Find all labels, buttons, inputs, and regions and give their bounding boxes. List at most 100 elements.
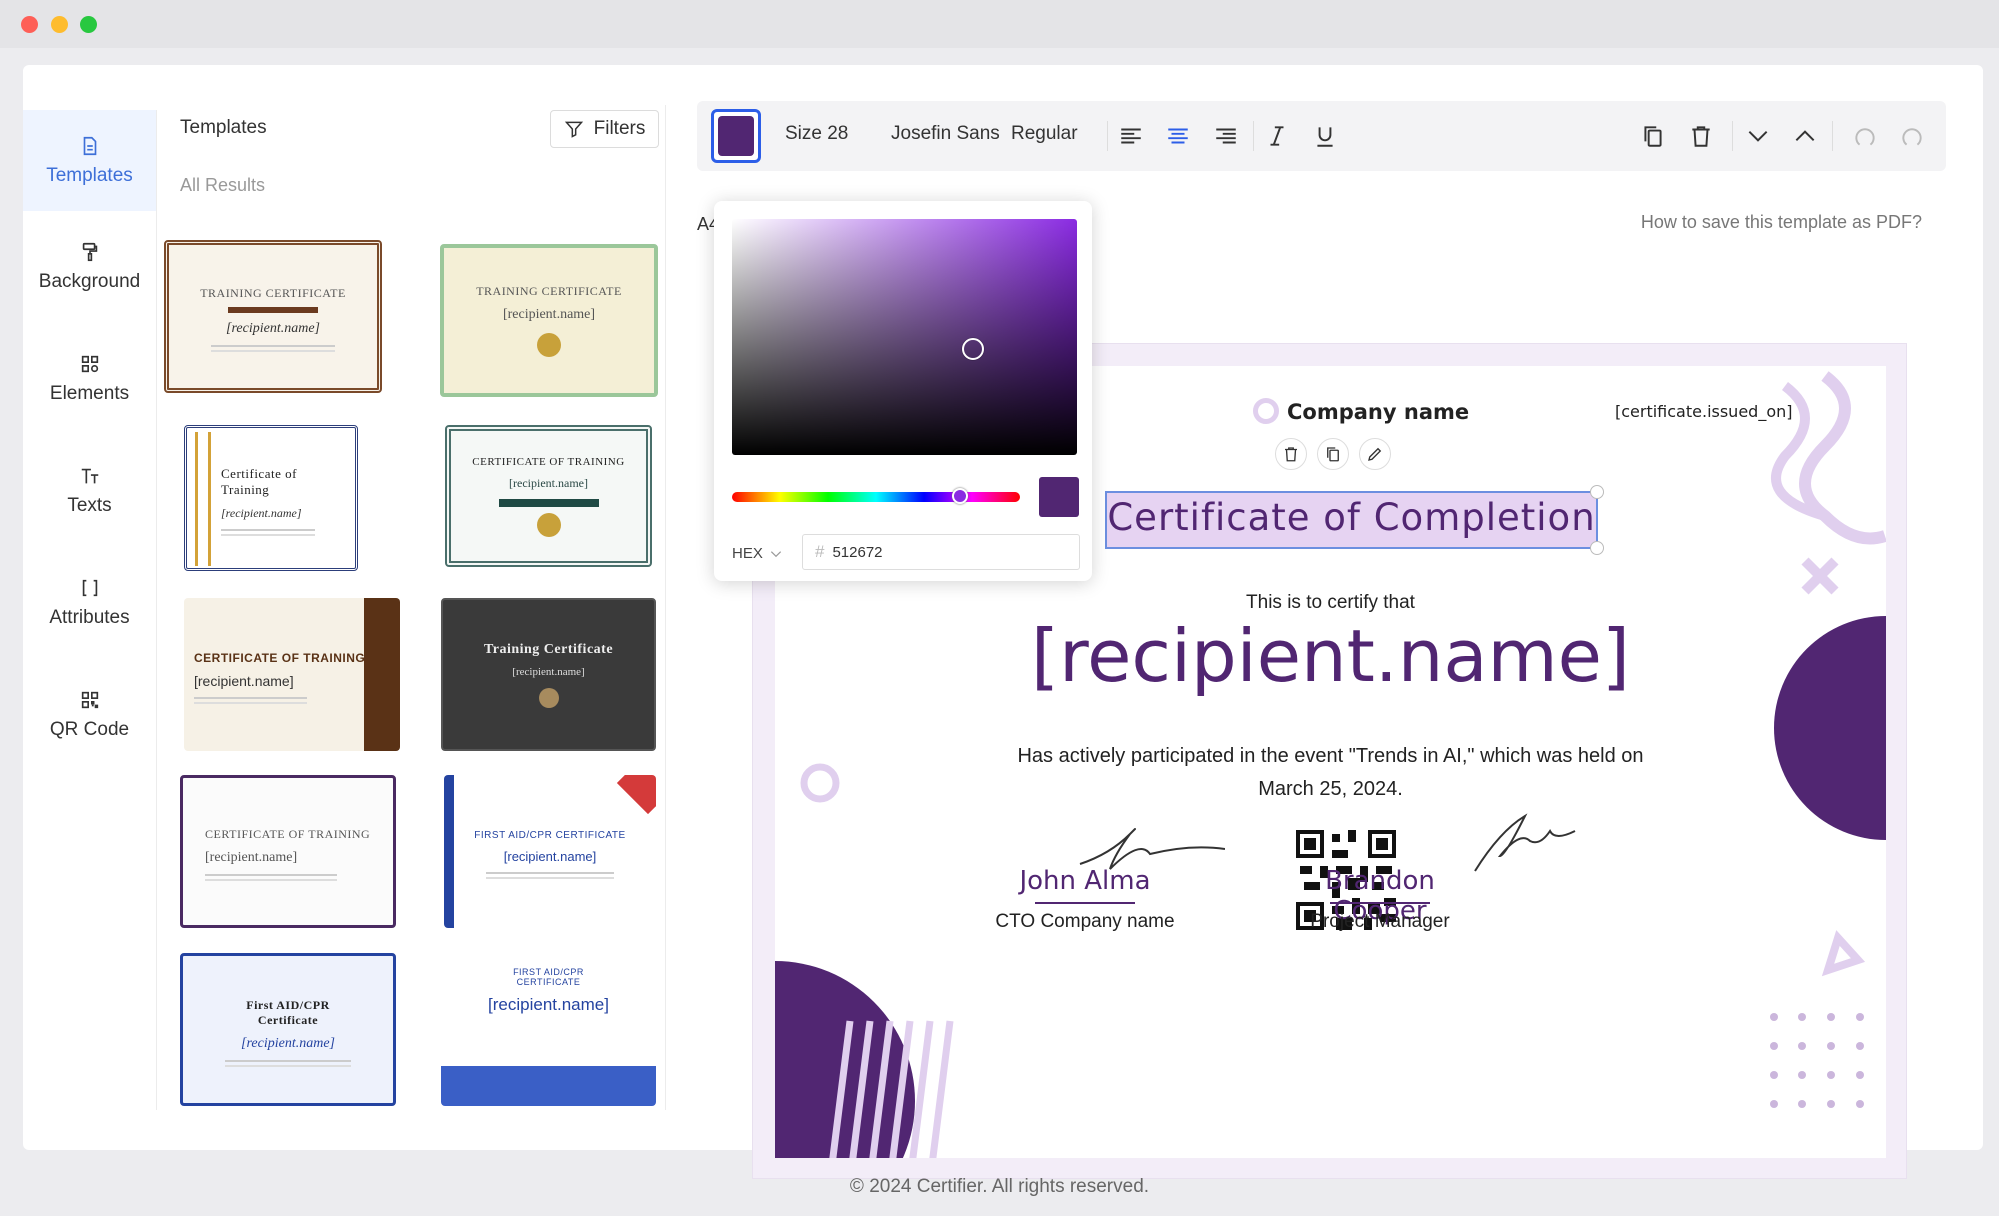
template-card[interactable]: FIRST AID/CPR CERTIFICATE [recipient.nam… — [441, 953, 656, 1106]
sidebar-item-label: QR Code — [49, 719, 130, 740]
maximize-window-button[interactable] — [80, 16, 97, 33]
template-card[interactable]: CERTIFICATE OF TRAINING [recipient.name] — [180, 775, 396, 928]
template-card[interactable]: Training Certificate [recipient.name] — [441, 598, 656, 751]
toolbar-separator — [1732, 121, 1733, 151]
trash-icon[interactable] — [1688, 123, 1714, 149]
help-link[interactable]: How to save this template as PDF? — [1641, 212, 1922, 233]
template-card[interactable]: Certificate of Training [recipient.name] — [184, 425, 358, 571]
text-lines — [225, 1059, 351, 1062]
signer-2-role[interactable]: Project Manager — [1280, 911, 1480, 933]
date-text[interactable]: March 25, 2024. — [775, 778, 1886, 801]
italic-icon[interactable] — [1264, 123, 1290, 149]
sidebar-item-label: Templates — [46, 164, 133, 186]
plus-shape — [1801, 557, 1839, 595]
underline-icon[interactable] — [1312, 123, 1338, 149]
template-card[interactable]: First AID/CPR Certificate [recipient.nam… — [180, 953, 396, 1106]
sidebar-item-elements[interactable]: Elements — [23, 323, 156, 435]
paint-roller-icon — [82, 242, 97, 262]
undo-icon[interactable] — [1852, 123, 1878, 149]
duplicate-icon — [1327, 447, 1339, 462]
window-titlebar — [0, 0, 1999, 48]
chevron-down-icon[interactable] — [1745, 123, 1771, 149]
minimize-window-button[interactable] — [51, 16, 68, 33]
ribbon — [498, 498, 599, 507]
description-text[interactable]: Has actively participated in the event "… — [775, 745, 1886, 768]
sidebar-item-templates[interactable]: Templates — [23, 110, 156, 211]
app-container: Templates Background Elements Texts Attr… — [23, 65, 1983, 1179]
template-card-name: [recipient.name] — [205, 850, 298, 865]
align-right-icon[interactable] — [1213, 123, 1239, 149]
text-lines — [486, 871, 614, 874]
sidebar-item-label: Attributes — [49, 607, 130, 628]
recipient-name[interactable]: [recipient.name] — [775, 614, 1886, 698]
color-mode-dropdown[interactable]: HEX — [732, 545, 783, 562]
template-card[interactable]: CERTIFICATE OF TRAINING [recipient.name] — [445, 425, 652, 567]
sidebar-item-label: Texts — [67, 495, 112, 516]
certify-text[interactable]: This is to certify that — [775, 592, 1886, 614]
template-card[interactable]: TRAINING CERTIFICATE [recipient.name] — [164, 240, 382, 393]
duplicate-icon[interactable] — [1640, 123, 1666, 149]
toolbar-separator — [1107, 121, 1108, 151]
close-window-button[interactable] — [21, 16, 38, 33]
template-card[interactable]: TRAINING CERTIFICATE [recipient.name] — [440, 244, 658, 397]
font-size-dropdown[interactable]: Size 28 — [785, 123, 848, 145]
chevron-up-icon[interactable] — [1792, 123, 1818, 149]
sidebar-item-attributes[interactable]: Attributes — [23, 547, 156, 659]
qr-code-icon — [81, 691, 98, 709]
templates-panel: Templates Filters All Results TRAINING C… — [157, 65, 666, 1150]
template-card-title: CERTIFICATE OF TRAINING — [194, 650, 366, 665]
filter-icon — [564, 121, 583, 138]
template-card-title: Certificate of Training — [221, 465, 297, 497]
redo-icon[interactable] — [1899, 123, 1925, 149]
template-card-name: [recipient.name] — [512, 665, 585, 678]
template-card[interactable]: CERTIFICATE OF TRAINING [recipient.name] — [184, 598, 400, 751]
issued-on-field[interactable]: [certificate.issued_on] — [1615, 402, 1793, 421]
align-left-icon[interactable] — [1118, 123, 1144, 149]
footer: © 2024 Certifier. All rights reserved. — [849, 1176, 1150, 1197]
template-card-name: [recipient.name] — [194, 672, 294, 689]
saturation-handle[interactable] — [962, 338, 984, 360]
signer-1-role[interactable]: CTO Company name — [985, 911, 1185, 933]
template-card-name: [recipient.name] — [241, 1035, 335, 1051]
hex-input[interactable]: # 512672 — [802, 534, 1080, 570]
element-actions — [1275, 438, 1391, 470]
resize-handle[interactable] — [1590, 541, 1604, 555]
signer-1-name[interactable]: John Alma — [1005, 866, 1165, 896]
template-card-name: [recipient.name] — [502, 307, 596, 322]
align-center-icon[interactable] — [1165, 123, 1191, 149]
filters-button[interactable]: Filters — [550, 110, 659, 148]
font-weight-dropdown[interactable]: Regular — [1011, 123, 1078, 145]
certificate-title[interactable]: Certificate of Completion — [1105, 496, 1598, 539]
delete-element-button[interactable] — [1275, 438, 1307, 470]
template-card-name: [recipient.name] — [221, 505, 302, 520]
sidebar-item-background[interactable]: Background — [23, 211, 156, 323]
side-band — [444, 775, 454, 928]
color-swatch — [718, 116, 754, 156]
template-card-title: Training Certificate — [483, 641, 614, 657]
seal-icon — [537, 333, 561, 357]
template-card-title: CERTIFICATE OF TRAINING — [472, 455, 625, 468]
sidebar-item-qr-code[interactable]: QR Code — [23, 659, 156, 771]
duplicate-element-button[interactable] — [1317, 438, 1349, 470]
template-card-title: First AID/CPR Certificate — [246, 997, 330, 1027]
template-card-title: TRAINING CERTIFICATE — [200, 286, 346, 300]
signature-line — [1035, 902, 1135, 904]
company-name[interactable]: Company name — [1287, 400, 1469, 424]
signature-line — [1330, 902, 1430, 904]
text-color-button[interactable] — [711, 109, 761, 163]
sidebar-item-label: Elements — [49, 383, 130, 404]
corner-ribbon — [616, 775, 656, 815]
dot-grid — [1770, 1013, 1864, 1108]
template-card-name: [recipient.name] — [503, 848, 597, 864]
hue-slider[interactable] — [732, 488, 1020, 504]
ribbon — [228, 307, 318, 313]
saturation-area[interactable] — [732, 219, 1077, 455]
sidebar-item-texts[interactable]: Texts — [23, 435, 156, 547]
font-family-dropdown[interactable]: Josefin Sans — [891, 123, 1000, 145]
color-mode-label: HEX — [732, 545, 763, 562]
document-icon — [83, 136, 96, 155]
edit-element-button[interactable] — [1359, 438, 1391, 470]
template-card[interactable]: FIRST AID/CPR CERTIFICATE [recipient.nam… — [444, 775, 656, 928]
hash-icon: # — [815, 542, 825, 561]
hue-handle[interactable] — [951, 488, 968, 504]
